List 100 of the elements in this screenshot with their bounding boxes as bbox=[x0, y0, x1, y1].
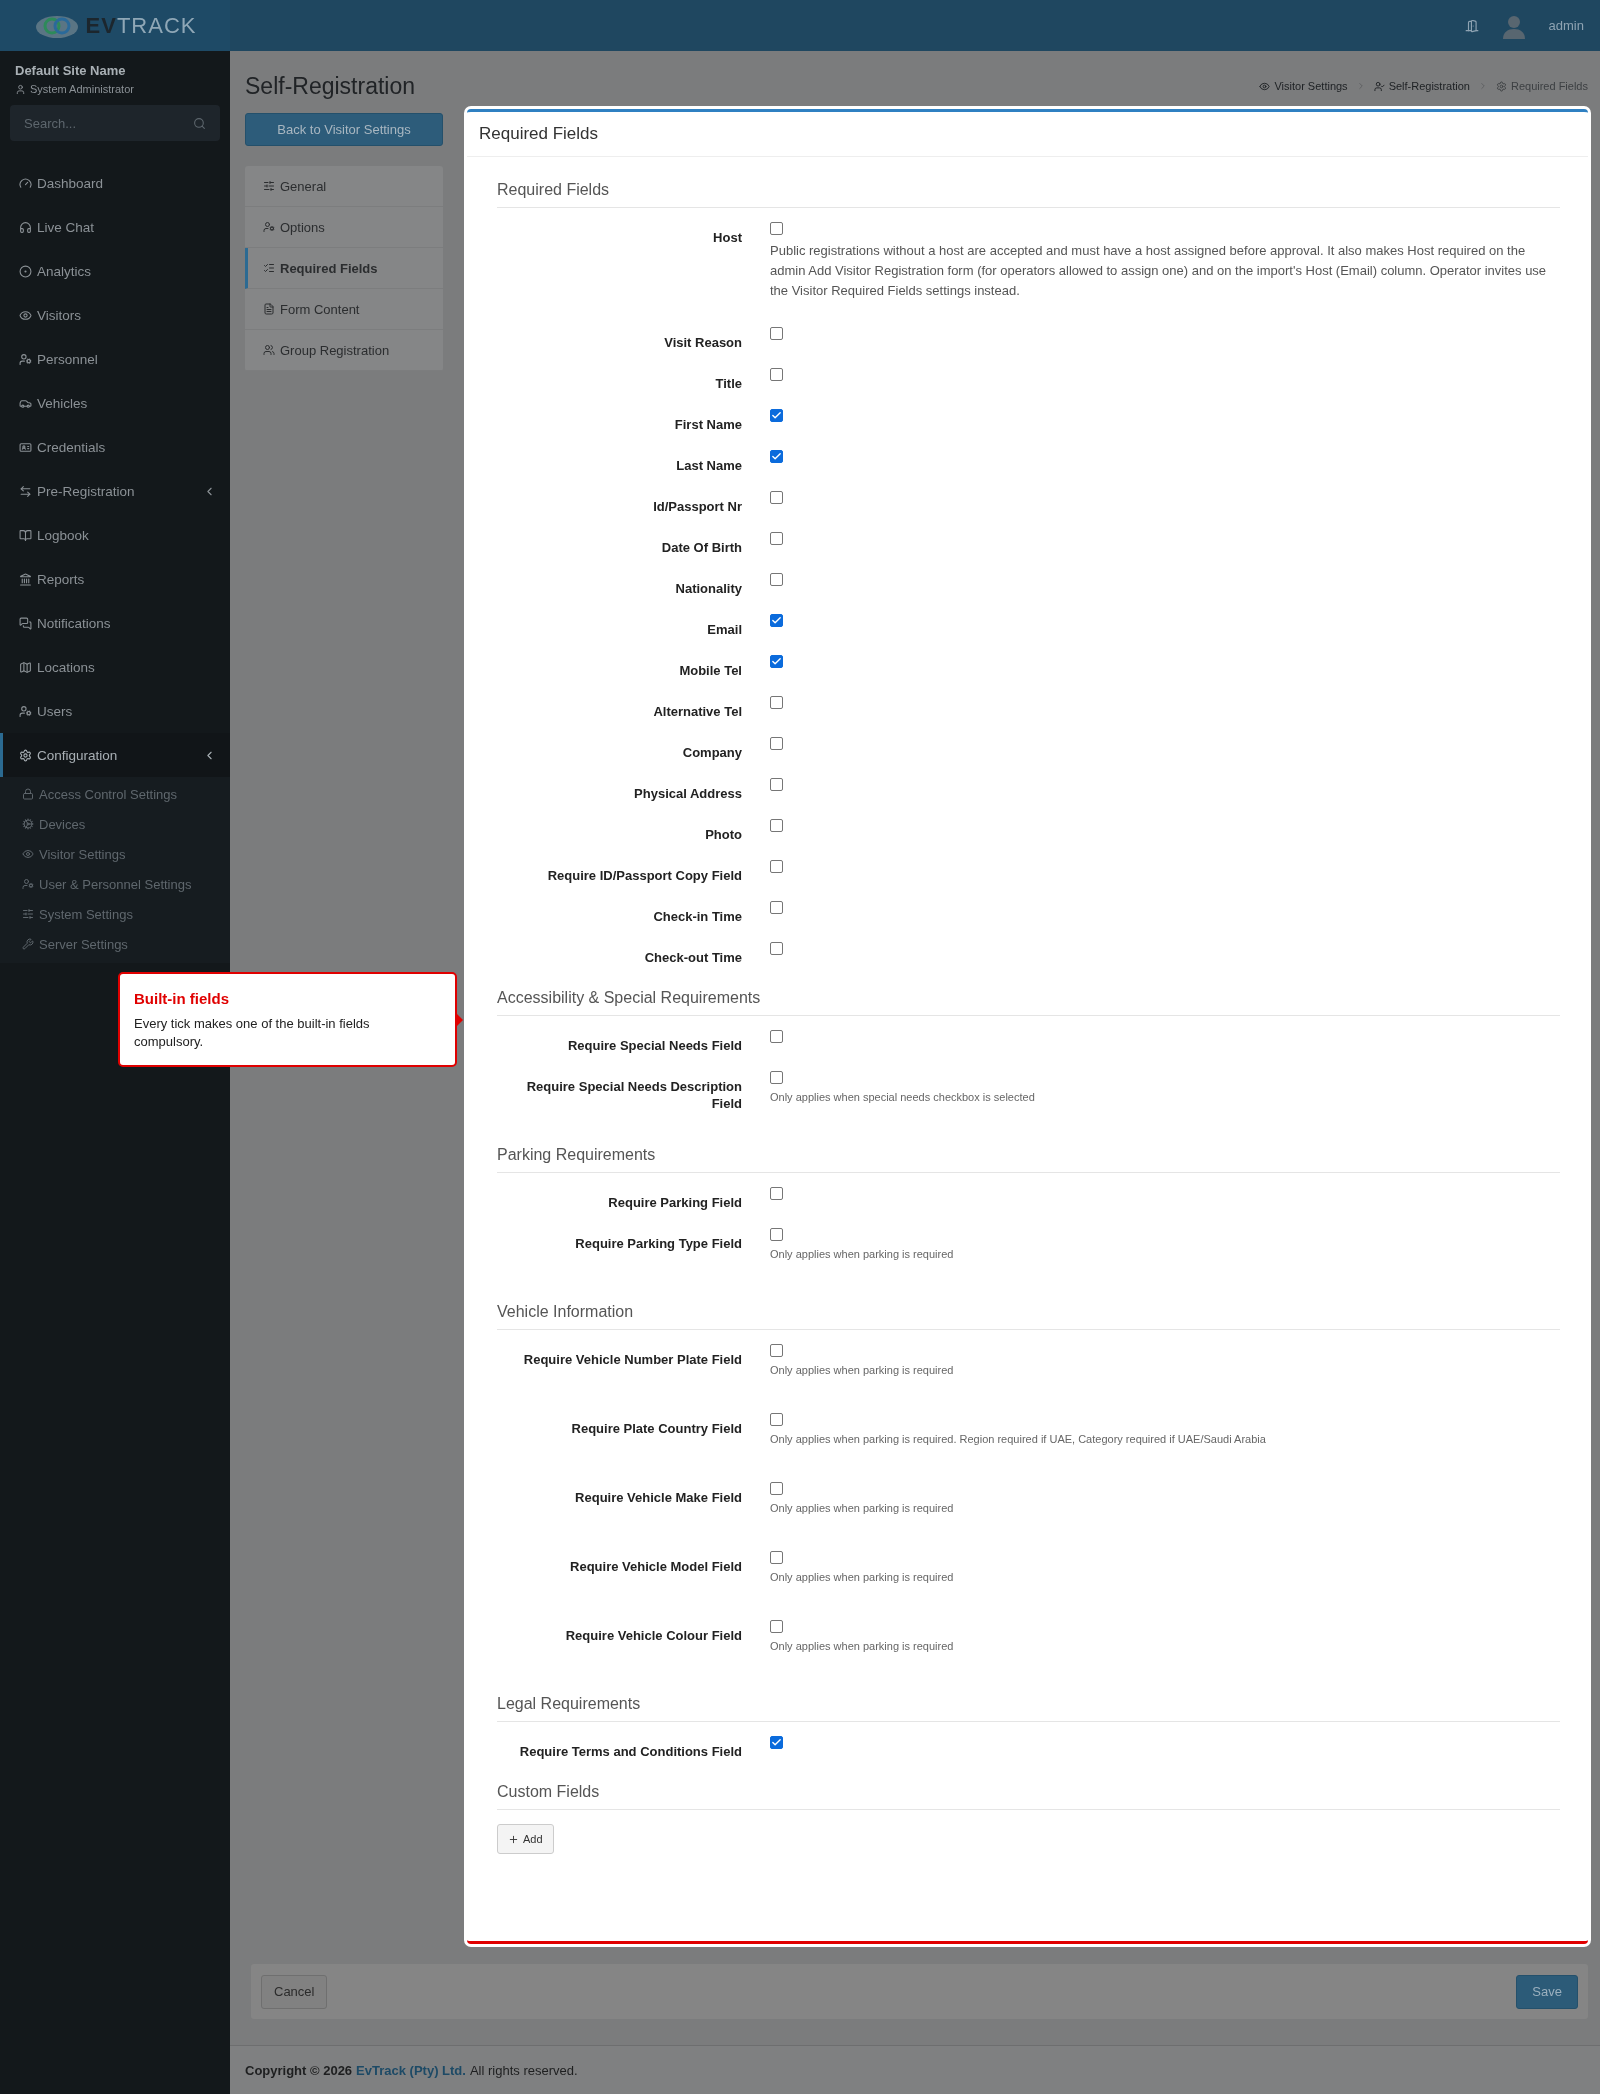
nav-subitem[interactable]: Access Control Settings bbox=[0, 779, 230, 809]
field-label: Host bbox=[712, 229, 742, 247]
checkbox[interactable] bbox=[770, 1413, 783, 1426]
checkbox[interactable] bbox=[770, 655, 783, 668]
cancel-button[interactable]: Cancel bbox=[261, 1974, 328, 2009]
checkbox[interactable] bbox=[770, 1187, 783, 1200]
checkbox[interactable] bbox=[770, 1228, 783, 1241]
help-text: Public registrations without a host are accepted and must have a host assigned before approval. It also makes Host required on the admin Add Visitor Registration form (for operators allowed to assign one) and on the import's Host (Email) column. Operator invites use the Visitor Required Fields settings instead. bbox=[770, 242, 1548, 300]
checkbox[interactable] bbox=[770, 1736, 783, 1749]
checkbox[interactable] bbox=[770, 1344, 783, 1357]
field-label: Date Of Birth bbox=[660, 539, 742, 557]
plus-icon bbox=[508, 1833, 519, 1845]
field-label: First Name bbox=[673, 416, 742, 434]
field-label: Require Special Needs Field bbox=[566, 1037, 742, 1055]
checkbox[interactable] bbox=[770, 942, 783, 955]
field-label: Require Vehicle Number Plate Field bbox=[522, 1351, 742, 1369]
eye-icon bbox=[22, 848, 34, 860]
user-check-icon bbox=[1373, 80, 1385, 92]
eye-icon bbox=[19, 308, 32, 322]
nav-item[interactable]: Live Chat bbox=[0, 205, 230, 249]
checkbox[interactable] bbox=[770, 860, 783, 873]
nav-subitem[interactable]: User & Personnel Settings bbox=[0, 869, 230, 899]
nav-item[interactable]: Personnel bbox=[0, 337, 230, 381]
page-title: Self-Registration bbox=[245, 72, 416, 100]
door-icon[interactable] bbox=[1464, 18, 1479, 33]
menu-item[interactable]: General bbox=[245, 166, 443, 207]
nav-item[interactable]: Reports bbox=[0, 557, 230, 601]
breadcrumb-link[interactable]: Self-Registration bbox=[1373, 80, 1470, 92]
checkbox[interactable] bbox=[770, 1030, 783, 1043]
checkbox[interactable] bbox=[770, 1620, 783, 1633]
checklist-icon bbox=[263, 262, 275, 274]
section-title: Legal Requirements bbox=[497, 1695, 641, 1712]
checkbox[interactable] bbox=[770, 737, 783, 750]
help-text: Only applies when parking is required. Region required if UAE, Category required if UAE/Saudi Arabia bbox=[770, 1432, 1267, 1447]
menu-item[interactable]: Options bbox=[245, 207, 443, 248]
nav-item[interactable]: Logbook bbox=[0, 513, 230, 557]
menu-item[interactable]: Form Content bbox=[245, 289, 443, 330]
help-text: Only applies when special needs checkbox is selected bbox=[770, 1090, 1036, 1105]
checkbox[interactable] bbox=[770, 614, 783, 627]
save-button[interactable]: Save bbox=[1516, 1974, 1578, 2009]
checkbox[interactable] bbox=[770, 573, 783, 586]
checkbox[interactable] bbox=[770, 1071, 783, 1084]
field-label: Title bbox=[714, 375, 742, 393]
back-button[interactable]: Back to Visitor Settings bbox=[245, 113, 443, 146]
section-title: Custom Fields bbox=[497, 1783, 600, 1800]
lock-icon bbox=[22, 788, 34, 800]
nav-item[interactable]: Visitors bbox=[0, 293, 230, 337]
field-label: Require ID/Passport Copy Field bbox=[546, 867, 742, 885]
nav-item[interactable]: Notifications bbox=[0, 601, 230, 645]
nav-item[interactable]: Analytics bbox=[0, 249, 230, 293]
user-icon bbox=[15, 83, 26, 95]
checkbox[interactable] bbox=[770, 901, 783, 914]
user-name[interactable]: admin bbox=[1548, 18, 1584, 33]
checkbox[interactable] bbox=[770, 1551, 783, 1564]
target-icon bbox=[19, 264, 32, 278]
field-label: Visit Reason bbox=[663, 334, 742, 352]
checkbox[interactable] bbox=[770, 696, 783, 709]
nav-item[interactable]: Dashboard bbox=[0, 161, 230, 205]
copyright-text: Copyright © 2026 bbox=[245, 2062, 353, 2078]
section-title: Required Fields bbox=[497, 181, 610, 198]
checkbox[interactable] bbox=[770, 1482, 783, 1495]
rights-text: All rights reserved. bbox=[469, 2062, 578, 2078]
checkbox[interactable] bbox=[770, 409, 783, 422]
search-field[interactable]: Search... bbox=[10, 105, 220, 141]
wrench-icon bbox=[22, 938, 34, 950]
gear-icon bbox=[1495, 80, 1507, 92]
field-label: Alternative Tel bbox=[652, 703, 742, 721]
nav-subitem[interactable]: Visitor Settings bbox=[0, 839, 230, 869]
nav-subitem[interactable]: Devices bbox=[0, 809, 230, 839]
nav-item[interactable]: Credentials bbox=[0, 425, 230, 469]
field-label: Nationality bbox=[674, 580, 742, 598]
add-button[interactable]: Add bbox=[497, 1824, 554, 1854]
document-icon bbox=[263, 303, 275, 315]
user-gear-icon bbox=[19, 352, 32, 366]
checkbox[interactable] bbox=[770, 222, 783, 235]
field-label: Require Plate Country Field bbox=[570, 1420, 742, 1438]
field-label: Require Vehicle Make Field bbox=[574, 1489, 742, 1507]
menu-item[interactable]: Group Registration bbox=[245, 330, 443, 371]
field-label: Check-out Time bbox=[643, 949, 742, 967]
checkbox[interactable] bbox=[770, 368, 783, 381]
breadcrumb-link[interactable]: Visitor Settings bbox=[1259, 80, 1348, 92]
nav-item[interactable]: Locations bbox=[0, 645, 230, 689]
checkbox[interactable] bbox=[770, 491, 783, 504]
help-text: Only applies when parking is required bbox=[770, 1363, 955, 1378]
nav-subitem[interactable]: Server Settings bbox=[0, 929, 230, 959]
nav-item[interactable]: Users bbox=[0, 689, 230, 733]
checkbox[interactable] bbox=[770, 327, 783, 340]
sliders-icon bbox=[22, 908, 34, 920]
company-link[interactable]: EvTrack (Pty) Ltd. bbox=[356, 2062, 466, 2078]
id-card-icon bbox=[19, 440, 32, 454]
nav-item[interactable]: Pre-Registration bbox=[0, 469, 230, 513]
user-role: System Administrator bbox=[30, 83, 134, 95]
nav-subitem[interactable]: System Settings bbox=[0, 899, 230, 929]
checkbox[interactable] bbox=[770, 819, 783, 832]
checkbox[interactable] bbox=[770, 532, 783, 545]
nav-item[interactable]: Vehicles bbox=[0, 381, 230, 425]
chat-icon bbox=[19, 616, 32, 630]
checkbox[interactable] bbox=[770, 450, 783, 463]
checkbox[interactable] bbox=[770, 778, 783, 791]
menu-item[interactable]: Required Fields bbox=[245, 248, 443, 289]
